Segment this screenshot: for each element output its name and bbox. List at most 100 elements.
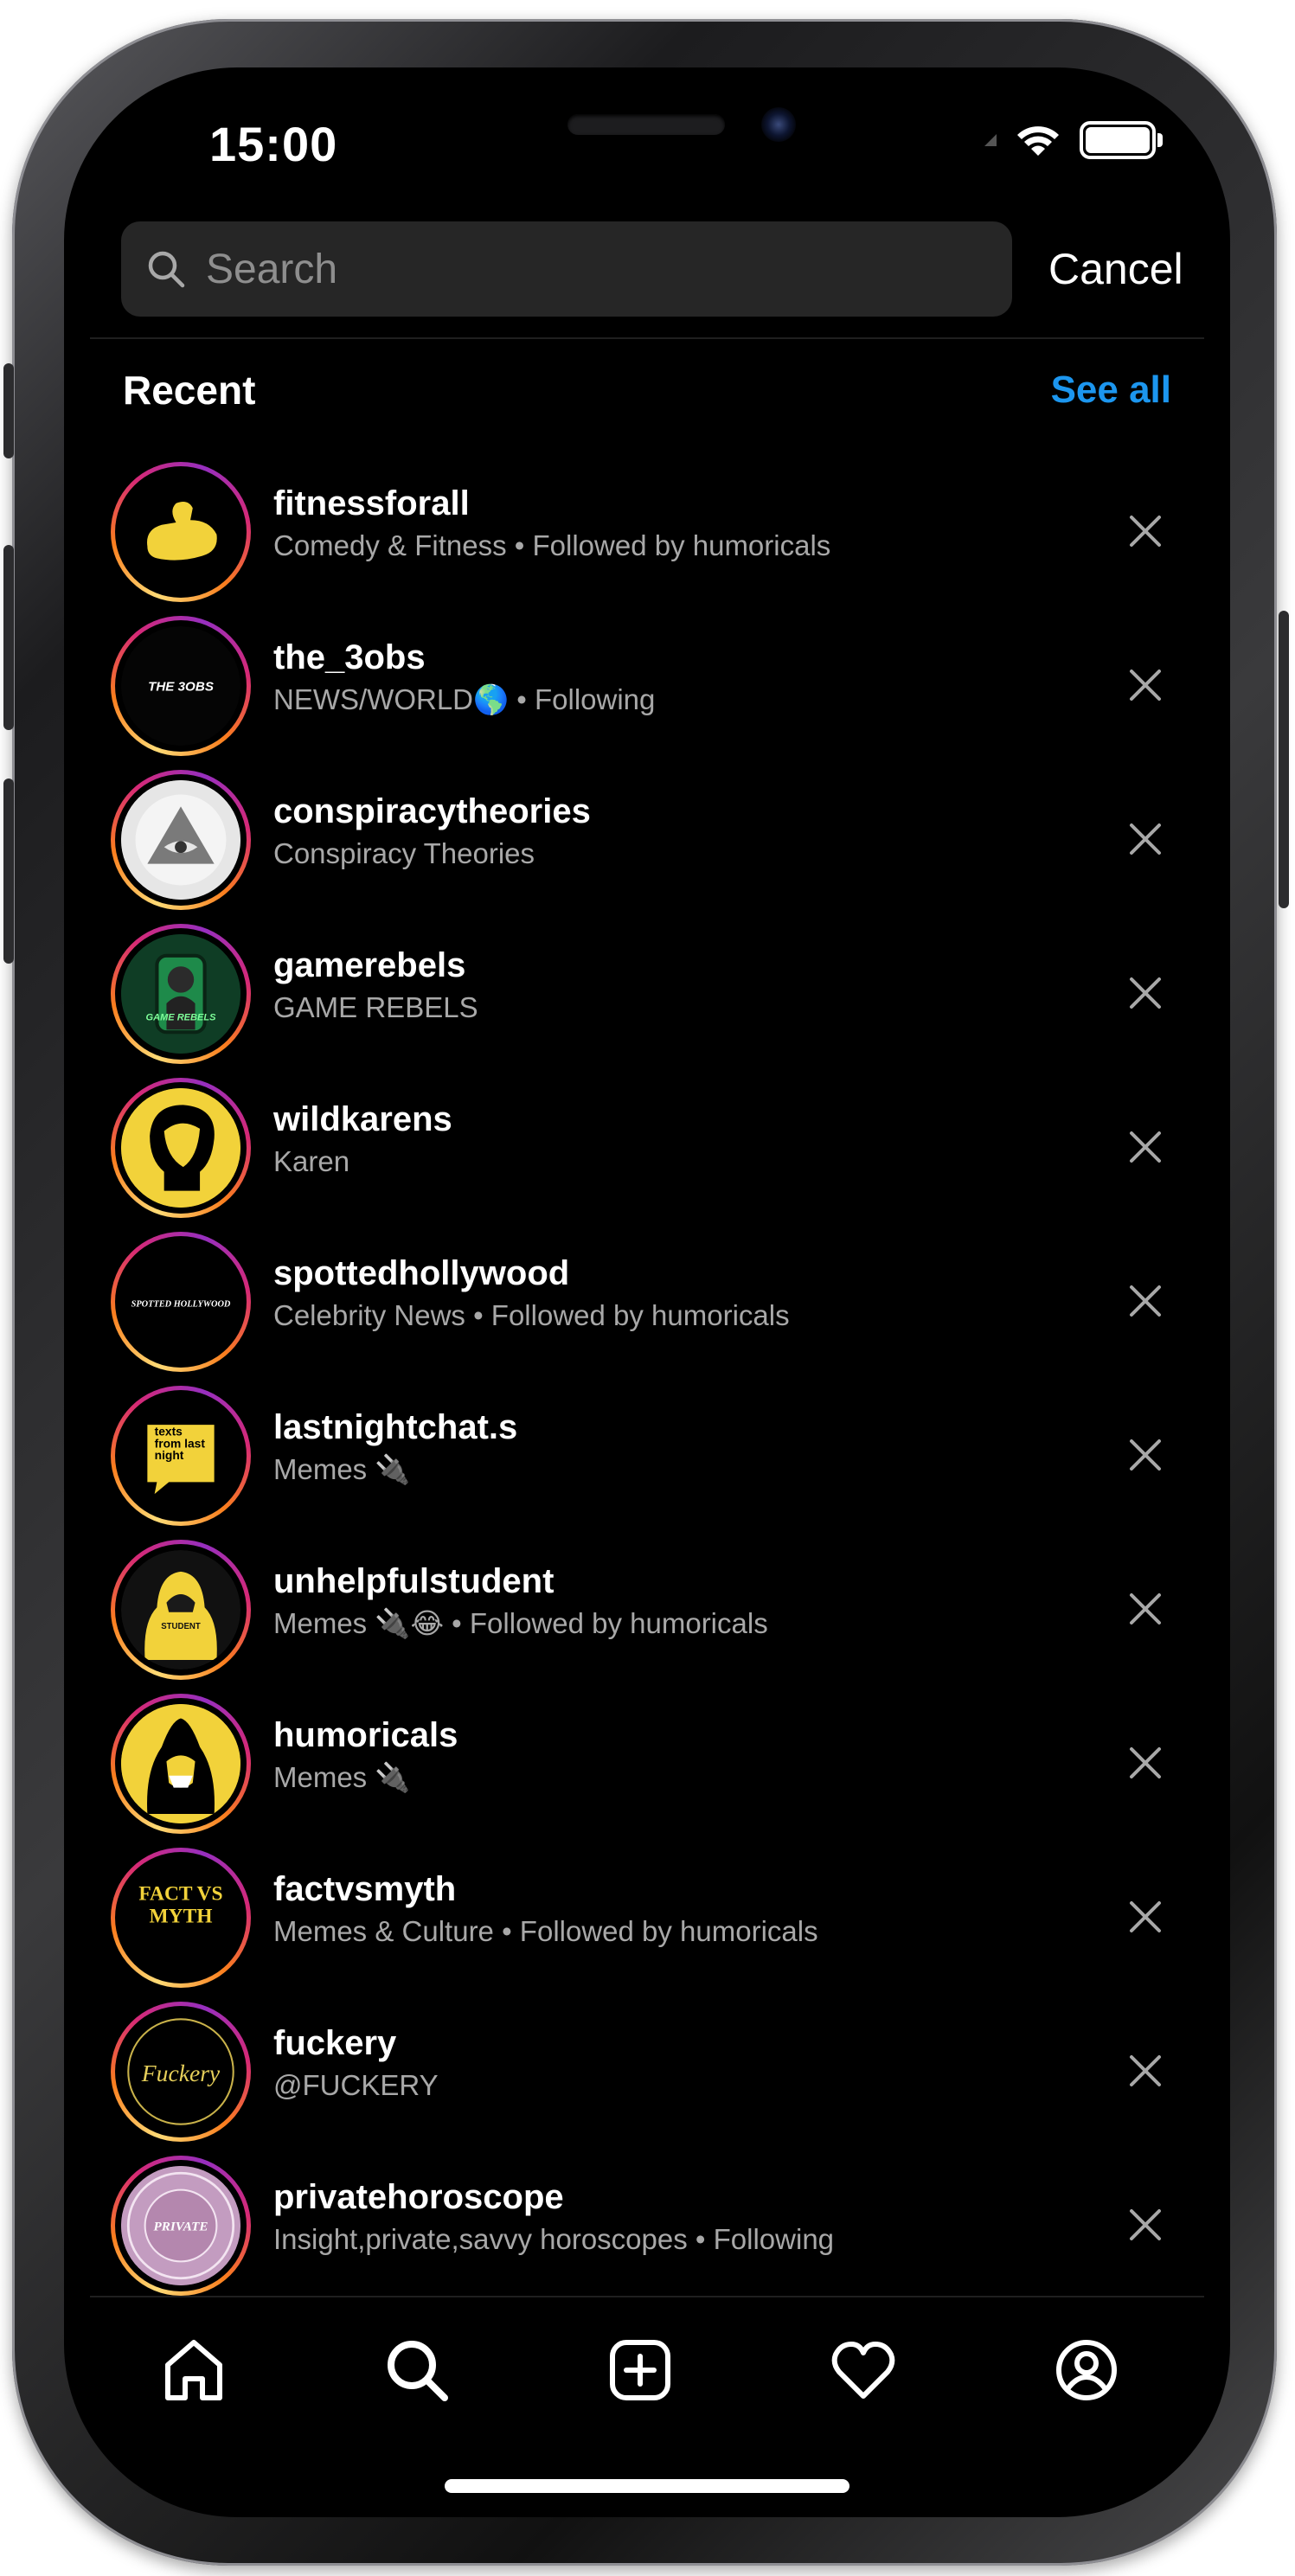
- avatar[interactable]: [111, 462, 251, 602]
- zodiac-wheel-icon: PRIVATE: [121, 2166, 240, 2285]
- recent-item-conspiracytheories[interactable]: conspiracytheories Conspiracy Theories: [64, 768, 1230, 922]
- username: gamerebels: [273, 946, 466, 984]
- recent-item-unhelpfulstudent[interactable]: STUDENT unhelpfulstudent Memes 🔌😂 • Foll…: [64, 1538, 1230, 1692]
- bottom-tab-bar: [64, 2334, 1230, 2438]
- close-icon[interactable]: [1125, 510, 1166, 552]
- spotted-hollywood-logo: SPOTTED HOLLYWOOD: [121, 1242, 240, 1362]
- close-icon[interactable]: [1125, 972, 1166, 1014]
- close-icon[interactable]: [1125, 2050, 1166, 2092]
- username: the_3obs: [273, 638, 426, 676]
- avatar[interactable]: [111, 770, 251, 910]
- fuckery-logo: Fuckery: [121, 2012, 240, 2131]
- subtitle: Conspiracy Theories: [273, 837, 535, 869]
- texts-from-last-night-logo: texts from last night: [121, 1396, 240, 1515]
- avatar[interactable]: Fuckery: [111, 2002, 251, 2142]
- hooded-figure-icon: [121, 1704, 240, 1823]
- subtitle: Memes & Culture • Followed by humoricals: [273, 1915, 818, 1947]
- home-icon: [165, 2340, 222, 2400]
- tab-create[interactable]: [604, 2334, 676, 2406]
- recent-item-lastnightchat[interactable]: texts from last night lastnightchat.s Me…: [64, 1384, 1230, 1538]
- username: conspiracytheories: [273, 792, 591, 830]
- screen: 15:00 Cancel Recent See all: [64, 67, 1230, 2517]
- recent-item-factvsmyth[interactable]: FACT VS MYTH factvsmyth Memes & Culture …: [64, 1846, 1230, 2000]
- hoodie-student-icon: STUDENT: [121, 1550, 240, 1669]
- recent-item-privatehoroscope[interactable]: PRIVATE privatehoroscope Insight,private…: [64, 2154, 1230, 2308]
- tab-home[interactable]: [157, 2334, 230, 2406]
- avatar[interactable]: PRIVATE: [111, 2156, 251, 2296]
- status-icons: [984, 121, 1163, 159]
- recent-item-spottedhollywood[interactable]: SPOTTED HOLLYWOOD spottedhollywood Celeb…: [64, 1230, 1230, 1384]
- close-icon[interactable]: [1125, 1126, 1166, 1168]
- username: unhelpfulstudent: [273, 1562, 555, 1600]
- subtitle: @FUCKERY: [273, 2069, 439, 2101]
- divider: [90, 2296, 1204, 2297]
- karen-silhouette-icon: [121, 1088, 240, 1208]
- avatar-text: THE 3OBS: [148, 680, 214, 695]
- recent-item-fitnessforall[interactable]: fitnessforall Comedy & Fitness • Followe…: [64, 460, 1230, 614]
- avatar[interactable]: SPOTTED HOLLYWOOD: [111, 1232, 251, 1372]
- tab-profile[interactable]: [1050, 2334, 1123, 2406]
- subtitle: Karen: [273, 1145, 350, 1177]
- avatar[interactable]: GAME REBELS: [111, 924, 251, 1064]
- recent-item-humoricals[interactable]: humoricals Memes 🔌: [64, 1692, 1230, 1846]
- username: factvsmyth: [273, 1870, 457, 1908]
- notch: [540, 67, 754, 87]
- avatar[interactable]: STUDENT: [111, 1540, 251, 1680]
- recent-item-fuckery[interactable]: Fuckery fuckery @FUCKERY: [64, 2000, 1230, 2154]
- search-icon: [148, 251, 185, 288]
- create-post-icon: [610, 2340, 670, 2400]
- avatar[interactable]: THE 3OBS: [111, 616, 251, 756]
- avatar-text: PRIVATE: [154, 2220, 208, 2234]
- mute-switch: [3, 363, 14, 458]
- game-rebels-logo: GAME REBELS: [121, 934, 240, 1054]
- front-camera: [761, 107, 796, 142]
- close-icon[interactable]: [1125, 1896, 1166, 1938]
- close-icon[interactable]: [1125, 1280, 1166, 1322]
- search-input[interactable]: [206, 245, 950, 293]
- the-3obs-logo: THE 3OBS: [121, 626, 240, 746]
- recent-item-gamerebels[interactable]: GAME REBELS gamerebels GAME REBELS: [64, 922, 1230, 1076]
- subtitle: Memes 🔌: [273, 1761, 411, 1793]
- avatar-text: texts from last night: [154, 1426, 205, 1464]
- subtitle: Memes 🔌😂 • Followed by humoricals: [273, 1607, 768, 1639]
- close-icon[interactable]: [1125, 1742, 1166, 1784]
- username: fuckery: [273, 2024, 397, 2062]
- cancel-button[interactable]: Cancel: [1048, 244, 1183, 294]
- subtitle: Memes 🔌: [273, 1453, 411, 1485]
- battery-icon: [1080, 121, 1163, 159]
- see-all-link[interactable]: See all: [1051, 368, 1171, 412]
- avatar[interactable]: FACT VS MYTH: [111, 1848, 251, 1988]
- close-icon[interactable]: [1125, 664, 1166, 706]
- profile-icon: [1056, 2340, 1117, 2400]
- home-indicator[interactable]: [445, 2479, 849, 2493]
- subtitle: Insight,private,savvy horoscopes • Follo…: [273, 2223, 835, 2255]
- close-icon[interactable]: [1125, 1434, 1166, 1476]
- username: lastnightchat.s: [273, 1408, 518, 1446]
- recent-item-wildkarens[interactable]: wildkarens Karen: [64, 1076, 1230, 1230]
- avatar[interactable]: [111, 1694, 251, 1834]
- search-field[interactable]: [121, 221, 1012, 317]
- tab-activity[interactable]: [827, 2334, 900, 2406]
- username: humoricals: [273, 1716, 458, 1754]
- volume-up-button: [3, 545, 14, 730]
- recent-item-the-3obs[interactable]: THE 3OBS the_3obs NEWS/WORLD🌎 • Followin…: [64, 614, 1230, 768]
- subtitle: Comedy & Fitness • Followed by humorical…: [273, 529, 831, 561]
- username: fitnessforall: [273, 484, 470, 522]
- close-icon[interactable]: [1125, 2204, 1166, 2246]
- search-bar: Cancel: [121, 221, 1230, 317]
- tab-search[interactable]: [381, 2334, 453, 2406]
- close-icon[interactable]: [1125, 1588, 1166, 1630]
- username: spottedhollywood: [273, 1254, 570, 1292]
- username: privatehoroscope: [273, 2178, 564, 2216]
- avatar[interactable]: texts from last night: [111, 1386, 251, 1526]
- power-button: [1279, 611, 1289, 908]
- close-icon[interactable]: [1125, 818, 1166, 860]
- search-icon: [388, 2341, 448, 2401]
- fact-vs-myth-logo: FACT VS MYTH: [121, 1858, 240, 1977]
- activity-heart-icon: [831, 2342, 895, 2399]
- wifi-icon: [1017, 126, 1059, 156]
- avatar-text: FACT VS MYTH: [138, 1881, 223, 1928]
- avatar[interactable]: [111, 1078, 251, 1218]
- subtitle: GAME REBELS: [273, 991, 478, 1023]
- recent-heading: Recent: [123, 368, 256, 413]
